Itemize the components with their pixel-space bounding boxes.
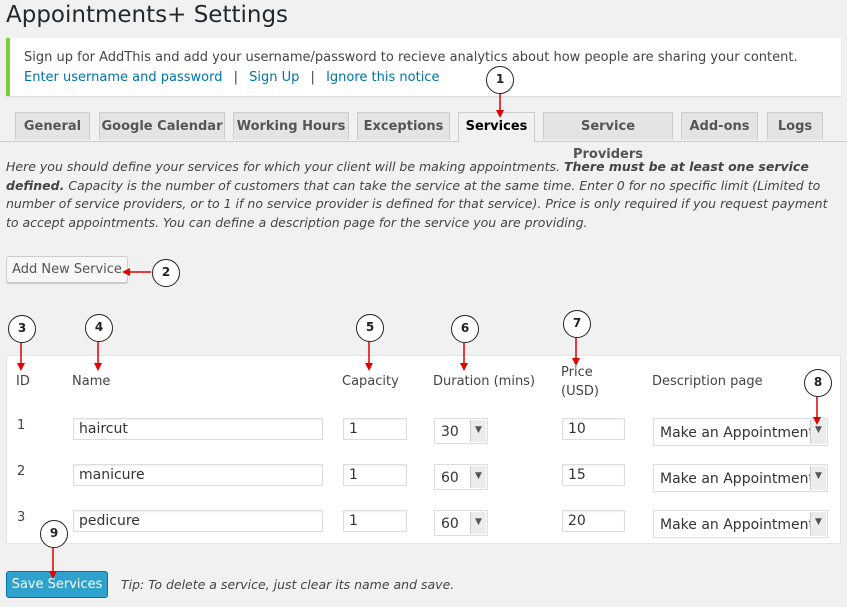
annotation-marker-6: 6 <box>451 315 479 343</box>
annotation-marker-2: 2 <box>152 259 180 287</box>
annotation-marker-4: 4 <box>85 314 113 342</box>
annotation-marker-8: 8 <box>804 369 832 397</box>
annotation-marker-3: 3 <box>8 315 36 343</box>
annotation-marker-7: 7 <box>563 310 591 338</box>
annotation-marker-9: 9 <box>40 520 68 548</box>
annotation-marker-5: 5 <box>356 314 384 342</box>
annotation-arrows <box>17 94 821 579</box>
annotation-marker-1: 1 <box>486 66 514 94</box>
